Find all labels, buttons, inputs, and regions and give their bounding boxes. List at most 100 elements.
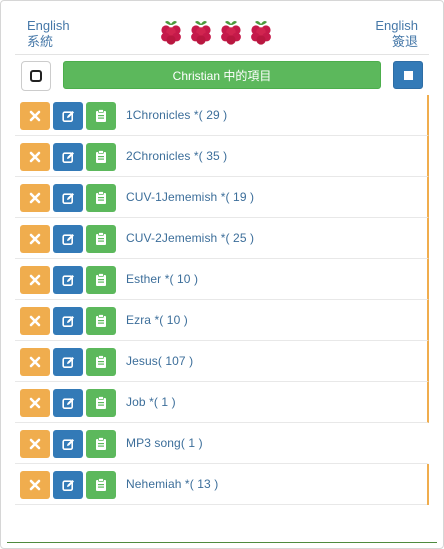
close-icon bbox=[29, 192, 41, 204]
item-label[interactable]: 1Chronicles *( 29 ) bbox=[126, 108, 227, 122]
edit-button[interactable] bbox=[53, 471, 83, 499]
header-divider bbox=[15, 54, 429, 55]
item-label[interactable]: MP3 song( 1 ) bbox=[126, 436, 203, 450]
item-label[interactable]: Esther *( 10 ) bbox=[126, 272, 198, 286]
delete-button[interactable] bbox=[20, 307, 50, 335]
copy-button[interactable] bbox=[86, 348, 116, 376]
folder-title-bar[interactable]: Christian 中的項目 bbox=[63, 61, 381, 89]
edit-button[interactable] bbox=[53, 143, 83, 171]
edit-icon bbox=[61, 356, 74, 368]
clipboard-icon bbox=[96, 150, 106, 163]
copy-button[interactable] bbox=[86, 430, 116, 458]
delete-button[interactable] bbox=[20, 225, 50, 253]
close-icon bbox=[29, 274, 41, 286]
language-link-right[interactable]: English bbox=[375, 18, 418, 34]
raspberry-icon bbox=[221, 20, 241, 45]
language-logout-menu[interactable]: English 簽退 bbox=[375, 18, 418, 50]
footer-divider bbox=[7, 542, 437, 543]
close-icon bbox=[29, 479, 41, 491]
delete-button[interactable] bbox=[20, 348, 50, 376]
clipboard-icon bbox=[96, 109, 106, 122]
clipboard-icon bbox=[96, 355, 106, 368]
edit-icon bbox=[61, 315, 74, 327]
item-label[interactable]: CUV-1Jememish *( 19 ) bbox=[126, 190, 254, 204]
list-item: CUV-2Jememish *( 25 ) bbox=[15, 218, 429, 259]
delete-button[interactable] bbox=[20, 143, 50, 171]
item-label[interactable]: Ezra *( 10 ) bbox=[126, 313, 188, 327]
app-frame: English 系統 English 簽退 Christian 中的項目 1Ch… bbox=[0, 0, 444, 549]
item-label[interactable]: Job *( 1 ) bbox=[126, 395, 176, 409]
close-icon bbox=[29, 110, 41, 122]
clipboard-icon bbox=[96, 396, 106, 409]
language-system-menu[interactable]: English 系統 bbox=[27, 18, 70, 50]
edit-icon bbox=[61, 438, 74, 450]
clipboard-icon bbox=[96, 314, 106, 327]
logo-group bbox=[158, 18, 274, 46]
stop-icon bbox=[403, 70, 413, 80]
delete-button[interactable] bbox=[20, 430, 50, 458]
list-item: Ezra *( 10 ) bbox=[15, 300, 429, 341]
checkbox-icon bbox=[30, 70, 42, 82]
list-item: Esther *( 10 ) bbox=[15, 259, 429, 300]
system-link[interactable]: 系統 bbox=[27, 34, 70, 50]
edit-button[interactable] bbox=[53, 389, 83, 417]
copy-button[interactable] bbox=[86, 266, 116, 294]
edit-icon bbox=[61, 192, 74, 204]
raspberry-icon bbox=[161, 20, 181, 45]
list-item: 2Chronicles *( 35 ) bbox=[15, 136, 429, 177]
list-item: Jesus( 107 ) bbox=[15, 341, 429, 382]
logout-link[interactable]: 簽退 bbox=[375, 34, 418, 50]
copy-button[interactable] bbox=[86, 389, 116, 417]
edit-icon bbox=[61, 151, 74, 163]
edit-button[interactable] bbox=[53, 307, 83, 335]
language-link[interactable]: English bbox=[27, 18, 70, 34]
list-item: CUV-1Jememish *( 19 ) bbox=[15, 177, 429, 218]
delete-button[interactable] bbox=[20, 389, 50, 417]
edit-button[interactable] bbox=[53, 348, 83, 376]
clipboard-icon bbox=[96, 232, 106, 245]
copy-button[interactable] bbox=[86, 143, 116, 171]
edit-icon bbox=[61, 110, 74, 122]
copy-button[interactable] bbox=[86, 102, 116, 130]
list-item: MP3 song( 1 ) bbox=[15, 423, 429, 464]
copy-button[interactable] bbox=[86, 307, 116, 335]
delete-button[interactable] bbox=[20, 184, 50, 212]
raspberry-icon bbox=[191, 20, 211, 45]
edit-button[interactable] bbox=[53, 184, 83, 212]
copy-button[interactable] bbox=[86, 225, 116, 253]
close-icon bbox=[29, 233, 41, 245]
select-all-button[interactable] bbox=[21, 61, 51, 91]
delete-button[interactable] bbox=[20, 102, 50, 130]
stop-button[interactable] bbox=[393, 61, 423, 89]
clipboard-icon bbox=[96, 437, 106, 450]
clipboard-icon bbox=[96, 478, 106, 491]
delete-button[interactable] bbox=[20, 471, 50, 499]
copy-button[interactable] bbox=[86, 184, 116, 212]
edit-button[interactable] bbox=[53, 430, 83, 458]
list-item: Nehemiah *( 13 ) bbox=[15, 464, 429, 505]
close-icon bbox=[29, 397, 41, 409]
toolbar: Christian 中的項目 bbox=[1, 59, 443, 93]
item-label[interactable]: CUV-2Jememish *( 25 ) bbox=[126, 231, 254, 245]
close-icon bbox=[29, 356, 41, 368]
edit-button[interactable] bbox=[53, 225, 83, 253]
edit-button[interactable] bbox=[53, 102, 83, 130]
edit-icon bbox=[61, 397, 74, 409]
close-icon bbox=[29, 151, 41, 163]
clipboard-icon bbox=[96, 273, 106, 286]
edit-icon bbox=[61, 479, 74, 491]
edit-icon bbox=[61, 233, 74, 245]
header: English 系統 English 簽退 bbox=[1, 1, 443, 55]
delete-button[interactable] bbox=[20, 266, 50, 294]
list-item: 1Chronicles *( 29 ) bbox=[15, 95, 429, 136]
clipboard-icon bbox=[96, 191, 106, 204]
item-label[interactable]: Jesus( 107 ) bbox=[126, 354, 193, 368]
list-item: Job *( 1 ) bbox=[15, 382, 429, 423]
close-icon bbox=[29, 315, 41, 327]
item-label[interactable]: 2Chronicles *( 35 ) bbox=[126, 149, 227, 163]
raspberry-icon bbox=[251, 20, 271, 45]
edit-icon bbox=[61, 274, 74, 286]
copy-button[interactable] bbox=[86, 471, 116, 499]
item-label[interactable]: Nehemiah *( 13 ) bbox=[126, 477, 218, 491]
edit-button[interactable] bbox=[53, 266, 83, 294]
